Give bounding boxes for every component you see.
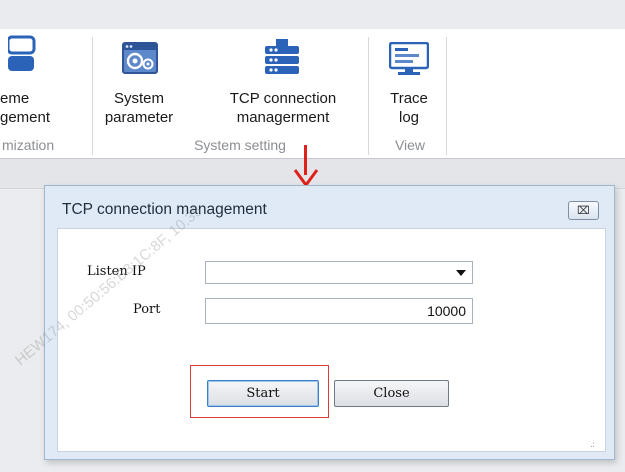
port-label: Port <box>133 302 161 317</box>
theme-management-button[interactable]: eme gement <box>0 29 88 129</box>
ribbon-group-label: System setting <box>194 137 286 153</box>
system-parameter-button[interactable]: System parameter <box>98 29 180 129</box>
ribbon-button-label: Trace <box>390 90 428 107</box>
trace-log-button[interactable]: Trace log <box>376 29 442 129</box>
ribbon-button-label: log <box>398 109 420 126</box>
tcp-connection-icon <box>262 39 302 81</box>
ribbon-group-label: mization <box>2 137 55 153</box>
ribbon-separator <box>446 37 447 155</box>
close-button[interactable]: Close <box>334 380 449 407</box>
port-input[interactable] <box>205 298 473 324</box>
ribbon-separator <box>368 37 369 155</box>
ribbon-button-label: System <box>113 90 164 107</box>
ribbon-separator <box>92 37 93 155</box>
theme-management-icon <box>6 35 42 77</box>
chevron-down-icon[interactable] <box>456 270 466 276</box>
dialog-close-icon[interactable]: ⌧ <box>568 201 599 220</box>
system-parameter-icon <box>122 42 158 78</box>
ribbon-button-label: gement <box>0 109 51 126</box>
listen-ip-label: Listen IP <box>87 264 146 279</box>
resize-grip-icon[interactable]: .: <box>590 440 595 450</box>
trace-log-icon <box>388 41 430 80</box>
listen-ip-select[interactable] <box>205 261 473 284</box>
tcp-connection-management-button[interactable]: TCP connection managerment <box>206 29 360 129</box>
ribbon-button-label: TCP connection <box>229 90 337 107</box>
ribbon-group-label: View <box>394 137 426 153</box>
title-strip <box>0 0 625 29</box>
ribbon-button-label: parameter <box>104 109 174 126</box>
ribbon-button-label: eme <box>0 90 30 107</box>
start-button[interactable]: Start <box>207 380 319 407</box>
ribbon-button-label: managerment <box>236 109 330 126</box>
dialog-title: TCP connection management <box>62 201 267 218</box>
